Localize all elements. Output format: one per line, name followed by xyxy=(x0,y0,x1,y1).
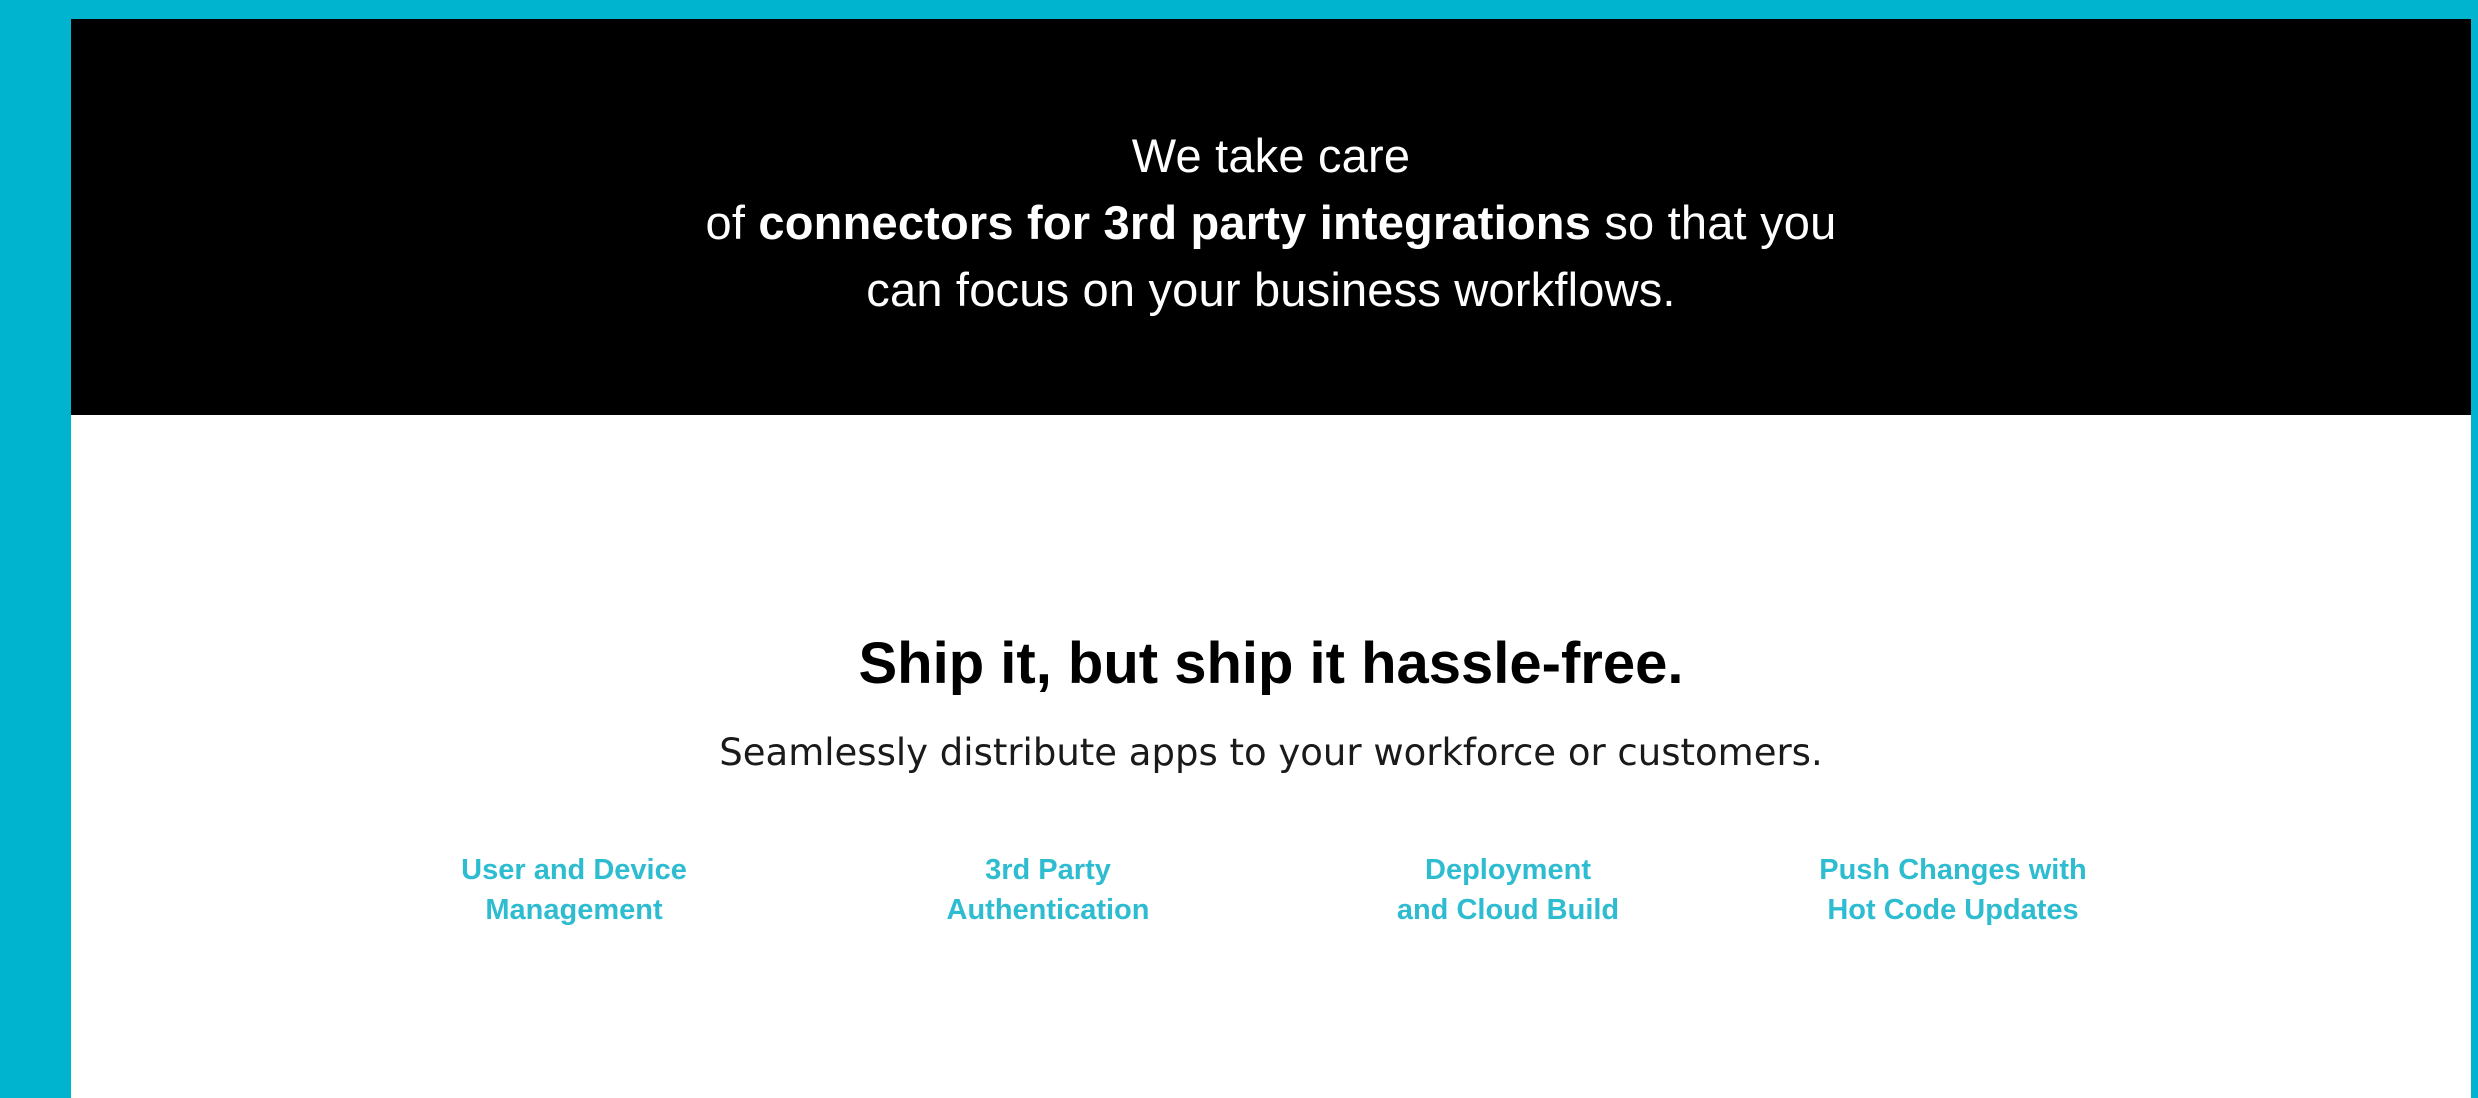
feature-link-3rd-party-authentication[interactable]: 3rd Party Authentication xyxy=(868,850,1228,930)
hero-highlight: connectors for 3rd party integrations xyxy=(758,196,1592,249)
feature-links: User and Device Management 3rd Party Aut… xyxy=(71,850,2471,940)
section-subtitle: Seamlessly distribute apps to your workf… xyxy=(719,731,1823,774)
feature-link-line: Push Changes with xyxy=(1819,854,2087,886)
feature-link-line: Deployment xyxy=(1425,854,1591,886)
feature-link-line: Management xyxy=(485,894,663,926)
feature-link-deployment-cloud-build[interactable]: Deployment and Cloud Build xyxy=(1328,850,1688,930)
feature-link-hot-code-updates[interactable]: Push Changes with Hot Code Updates xyxy=(1773,850,2133,930)
feature-link-line: User and Device xyxy=(461,854,687,886)
feature-link-line: Hot Code Updates xyxy=(1827,894,2079,926)
hero-tagline: We take care of connectors for 3rd party… xyxy=(71,122,2471,323)
hero-line-2-suffix: so that you xyxy=(1591,196,1837,249)
hero-line-1: We take care xyxy=(1131,129,1411,182)
feature-link-line: Authentication xyxy=(946,894,1150,926)
page-frame: We take care of connectors for 3rd party… xyxy=(71,19,2471,1098)
hero-line-2-prefix: of xyxy=(705,196,759,249)
hero-line-2: of connectors for 3rd party integrations… xyxy=(71,189,2471,256)
hero-banner: We take care of connectors for 3rd party… xyxy=(71,19,2471,415)
section-title: Ship it, but ship it hassle-free. xyxy=(858,631,1684,696)
feature-link-line: and Cloud Build xyxy=(1396,894,1620,926)
feature-link-user-device-management[interactable]: User and Device Management xyxy=(394,850,754,930)
ship-section: Ship it, but ship it hassle-free. Seamle… xyxy=(71,415,2471,1098)
hero-line-3: can focus on your business workflows. xyxy=(866,263,1676,316)
feature-link-line: 3rd Party xyxy=(985,854,1111,886)
